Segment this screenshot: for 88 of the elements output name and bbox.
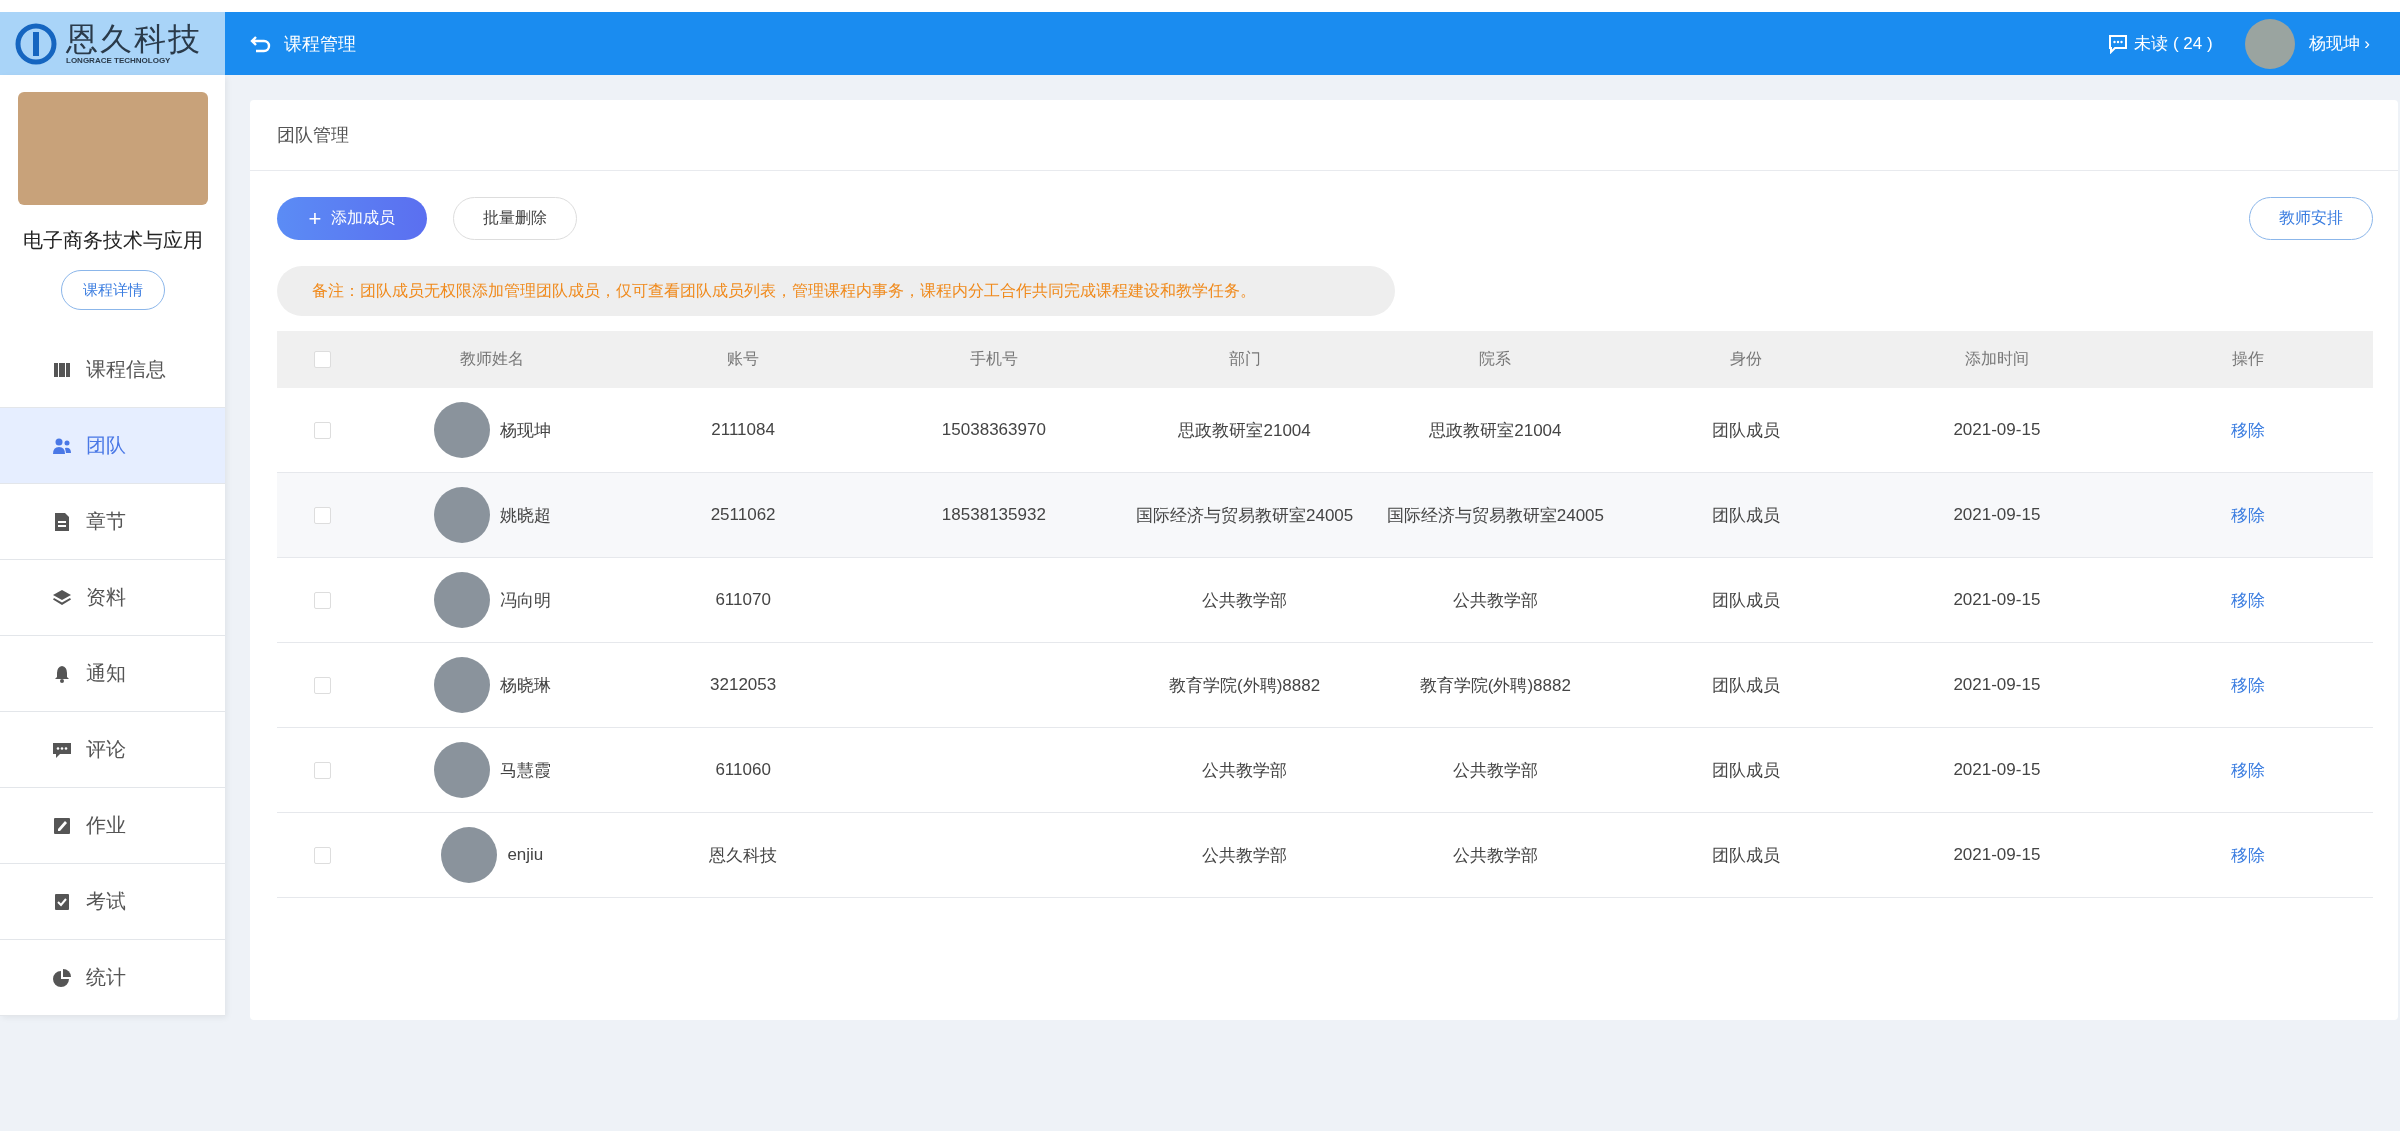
row-checkbox[interactable] — [313, 676, 331, 694]
department-cell: 公共教学部 — [1202, 760, 1288, 780]
document-icon — [52, 511, 72, 532]
select-all-checkbox[interactable] — [313, 351, 331, 368]
role-cell: 团队成员 — [1712, 845, 1781, 865]
date-cell: 2021-09-15 — [1953, 845, 2041, 864]
department-cell: 公共教学部 — [1202, 590, 1288, 610]
remove-link[interactable]: 移除 — [2230, 505, 2265, 525]
panel-title: 团队管理 — [250, 100, 2398, 171]
sidebar-item[interactable]: 通知 — [0, 636, 225, 712]
phone-cell: 15038363970 — [941, 420, 1046, 439]
remove-link[interactable]: 移除 — [2230, 590, 2265, 610]
date-cell: 2021-09-15 — [1953, 420, 2041, 439]
account-cell: 3212053 — [710, 675, 777, 694]
sidebar-item[interactable]: 评论 — [0, 712, 225, 788]
account-cell: 2111084 — [711, 420, 775, 439]
note-text: 备注：团队成员无权限添加管理团队成员，仅可查看团队成员列表，管理课程内事务，课程内分工合作共同完成课程建设和教学任务。 — [277, 266, 1395, 316]
page-title: 课程管理 — [284, 32, 356, 56]
remove-link[interactable]: 移除 — [2230, 675, 2265, 695]
logo-subtitle: LONGRACE TECHNOLOGY — [66, 56, 172, 65]
teacher-name: 冯向明 — [499, 589, 551, 612]
role-cell: 团队成员 — [1712, 505, 1781, 525]
sidebar-item[interactable]: 资料 — [0, 560, 225, 636]
batch-delete-button[interactable]: 批量删除 — [453, 197, 577, 240]
faculty-cell: 公共教学部 — [1452, 590, 1538, 610]
faculty-cell: 公共教学部 — [1452, 845, 1538, 865]
remove-link[interactable]: 移除 — [2230, 845, 2265, 865]
layers-icon — [52, 587, 72, 608]
column-header: 账号 — [726, 349, 761, 369]
date-cell: 2021-09-15 — [1953, 675, 2041, 694]
add-member-button[interactable]: + 添加成员 — [277, 197, 427, 240]
faculty-cell: 国际经济与贸易教研室24005 — [1386, 505, 1604, 525]
department-cell: 教育学院(外聘)8882 — [1169, 675, 1321, 695]
sidebar-item[interactable]: 作业 — [0, 788, 225, 864]
column-header: 手机号 — [968, 349, 1019, 369]
logo-icon — [14, 21, 58, 66]
row-checkbox[interactable] — [313, 591, 331, 609]
row-checkbox[interactable] — [313, 421, 331, 439]
column-header: 添加时间 — [1963, 349, 2030, 369]
course-details-button[interactable]: 课程详情 — [60, 270, 165, 310]
account-cell: 611060 — [715, 760, 771, 779]
sidebar-item[interactable]: 团队 — [0, 408, 225, 484]
teacher-arrangement-button[interactable]: 教师安排 — [2249, 197, 2373, 240]
phone-cell: 18538135932 — [941, 505, 1046, 524]
back-icon[interactable] — [250, 34, 272, 53]
department-cell: 公共教学部 — [1202, 845, 1288, 865]
faculty-cell: 公共教学部 — [1452, 760, 1538, 780]
logo-name: 恩久科技 — [66, 22, 202, 56]
column-header: 身份 — [1729, 349, 1764, 369]
column-header: 操作 — [2230, 349, 2265, 369]
teacher-name: 姚晓超 — [499, 504, 551, 527]
edit-icon — [52, 815, 72, 836]
date-cell: 2021-09-15 — [1953, 760, 2041, 779]
sidebar-item[interactable]: 章节 — [0, 484, 225, 560]
account-cell: 2511062 — [710, 505, 776, 524]
role-cell: 团队成员 — [1712, 420, 1781, 440]
column-header: 院系 — [1478, 349, 1513, 369]
sidebar-item[interactable]: 统计 — [0, 940, 225, 1016]
teacher-name: enjiu — [507, 845, 544, 865]
column-header: 部门 — [1227, 349, 1262, 369]
column-header: 教师姓名 — [459, 349, 526, 369]
teacher-name: 杨晓琳 — [499, 674, 551, 697]
remove-link[interactable]: 移除 — [2230, 420, 2265, 440]
faculty-cell: 教育学院(外聘)8882 — [1419, 675, 1571, 695]
checklist-icon — [52, 891, 72, 912]
row-checkbox[interactable] — [313, 761, 331, 779]
role-cell: 团队成员 — [1712, 590, 1781, 610]
teacher-name: 杨现坤 — [499, 419, 551, 442]
date-cell: 2021-09-15 — [1953, 505, 2041, 524]
unread-messages-link[interactable]: 未读 ( 24 ) — [2108, 32, 2213, 55]
chat-icon — [2108, 33, 2129, 54]
department-cell: 思政教研室21004 — [1178, 420, 1311, 440]
course-title: 电子商务技术与应用 — [22, 228, 203, 253]
unread-count: 未读 ( 24 ) — [2134, 33, 2213, 55]
teacher-name: 马慧霞 — [499, 759, 551, 782]
row-checkbox[interactable] — [313, 846, 331, 864]
department-cell: 国际经济与贸易教研室24005 — [1136, 505, 1354, 525]
row-checkbox[interactable] — [313, 506, 331, 524]
account-cell: 611070 — [715, 590, 771, 609]
remove-link[interactable]: 移除 — [2230, 760, 2265, 780]
pie-chart-icon — [52, 967, 72, 988]
sidebar-item[interactable]: 考试 — [0, 864, 225, 940]
user-menu[interactable]: 杨现坤 › — [2308, 32, 2370, 55]
role-cell: 团队成员 — [1712, 760, 1781, 780]
role-cell: 团队成员 — [1712, 675, 1781, 695]
account-cell: 恩久科技 — [709, 845, 778, 865]
date-cell: 2021-09-15 — [1953, 590, 2041, 609]
faculty-cell: 思政教研室21004 — [1429, 420, 1562, 440]
